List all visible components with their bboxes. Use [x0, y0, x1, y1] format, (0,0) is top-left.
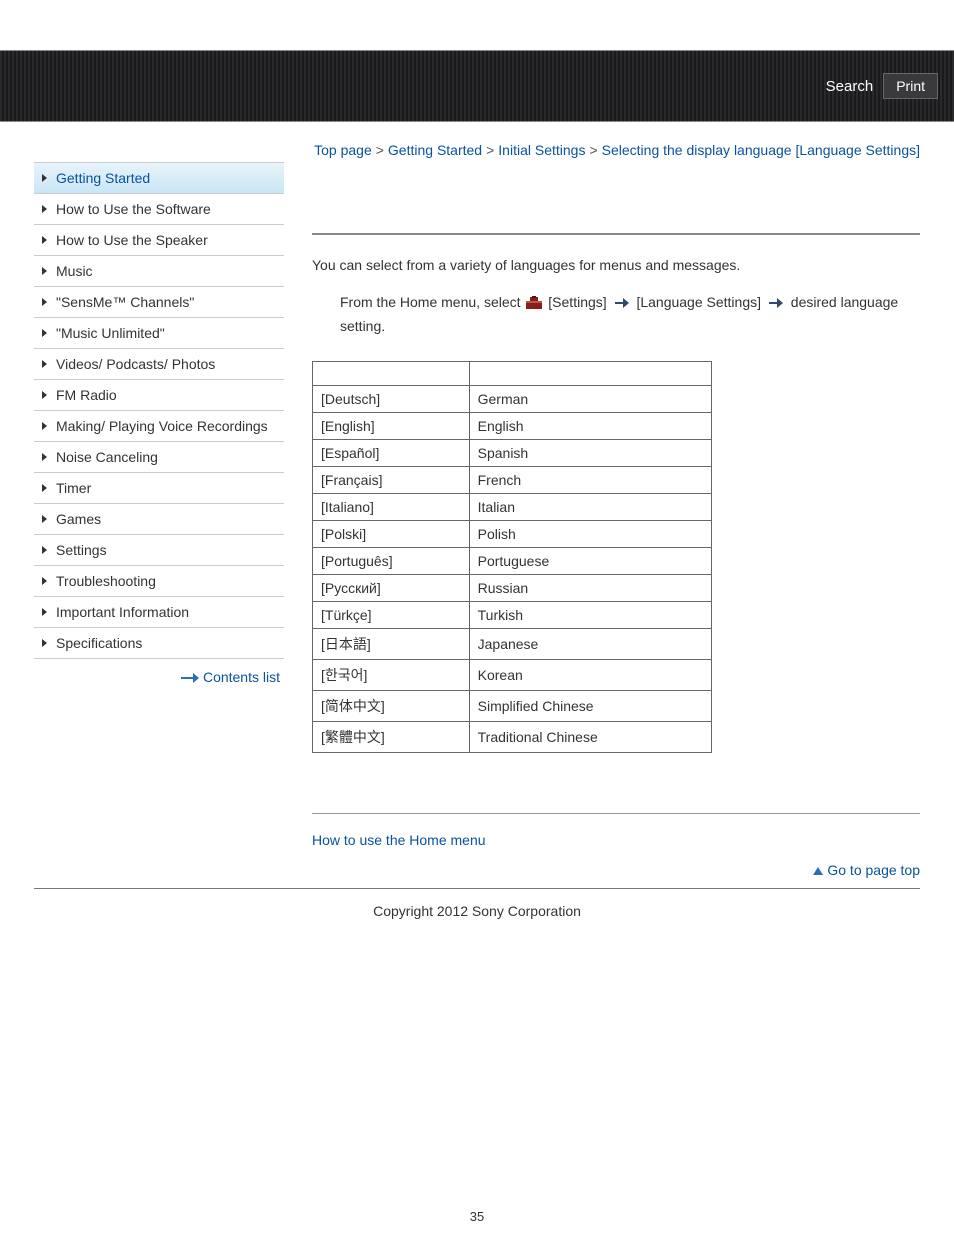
breadcrumb-sep: >	[372, 142, 388, 158]
lang-code-cell: [Polski]	[313, 520, 470, 547]
contents-list-wrap: Contents list	[34, 659, 284, 685]
lang-name-cell: Portuguese	[469, 547, 711, 574]
go-to-top-wrap: Go to page top	[312, 856, 920, 888]
sidebar-item[interactable]: How to Use the Software	[34, 194, 284, 225]
lang-name-cell: Polish	[469, 520, 711, 547]
sidebar-item[interactable]: Settings	[34, 535, 284, 566]
sidebar-item[interactable]: Specifications	[34, 628, 284, 659]
instr-settings: [Settings]	[548, 294, 606, 310]
page-number: 35	[0, 959, 954, 1244]
lang-name-cell: German	[469, 385, 711, 412]
breadcrumb: Top page>Getting Started>Initial Setting…	[312, 140, 920, 161]
lang-code-cell: [Italiano]	[313, 493, 470, 520]
lang-name-cell: Japanese	[469, 628, 711, 659]
table-row: [Русский]Russian	[313, 574, 712, 601]
header-actions: Search Print	[826, 73, 938, 99]
sidebar-item[interactable]: Games	[34, 504, 284, 535]
search-link[interactable]: Search	[826, 78, 874, 95]
lang-name-cell: Spanish	[469, 439, 711, 466]
table-header-row	[313, 361, 712, 385]
sidebar-item[interactable]: How to Use the Speaker	[34, 225, 284, 256]
table-row: [English]English	[313, 412, 712, 439]
contents-list-link[interactable]: Contents list	[203, 669, 280, 685]
lang-code-cell: [English]	[313, 412, 470, 439]
table-row: [日本語]Japanese	[313, 628, 712, 659]
breadcrumb-sep: >	[482, 142, 498, 158]
lang-code-cell: [日本語]	[313, 628, 470, 659]
table-row: [繁體中文]Traditional Chinese	[313, 721, 712, 752]
table-row: [Français]French	[313, 466, 712, 493]
sidebar-item[interactable]: FM Radio	[34, 380, 284, 411]
lang-code-cell: [Русский]	[313, 574, 470, 601]
lang-name-cell: Korean	[469, 659, 711, 690]
table-row: [Español]Spanish	[313, 439, 712, 466]
copyright-text: Copyright 2012 Sony Corporation	[0, 889, 954, 959]
lang-code-cell: [繁體中文]	[313, 721, 470, 752]
print-button[interactable]: Print	[883, 73, 938, 99]
settings-icon	[525, 296, 543, 310]
intro-text: You can select from a variety of languag…	[312, 257, 920, 273]
lang-code-cell: [简体中文]	[313, 690, 470, 721]
sidebar-item[interactable]: Making/ Playing Voice Recordings	[34, 411, 284, 442]
table-row: [Deutsch]German	[313, 385, 712, 412]
lang-name-cell: English	[469, 412, 711, 439]
sidebar: Getting StartedHow to Use the SoftwareHo…	[34, 140, 284, 888]
breadcrumb-l2[interactable]: Initial Settings	[498, 142, 585, 158]
divider	[312, 233, 920, 235]
instr-prefix: From the Home menu, select	[340, 294, 524, 310]
table-row: [Polski]Polish	[313, 520, 712, 547]
lang-code-cell: [Türkçe]	[313, 601, 470, 628]
lang-code-cell: [Français]	[313, 466, 470, 493]
lang-code-cell: [Português]	[313, 547, 470, 574]
lang-name-cell: Traditional Chinese	[469, 721, 711, 752]
instr-lang: [Language Settings]	[636, 294, 761, 310]
breadcrumb-l1[interactable]: Getting Started	[388, 142, 482, 158]
sidebar-item[interactable]: "SensMe™ Channels"	[34, 287, 284, 318]
instruction-text: From the Home menu, select [Settings] [L…	[312, 291, 920, 339]
lang-code-cell: [Español]	[313, 439, 470, 466]
triangle-up-icon	[813, 867, 823, 875]
sidebar-item[interactable]: Videos/ Podcasts/ Photos	[34, 349, 284, 380]
related-link[interactable]: How to use the Home menu	[312, 832, 486, 848]
lang-name-cell: French	[469, 466, 711, 493]
breadcrumb-sep: >	[585, 142, 601, 158]
table-row: [Türkçe]Turkish	[313, 601, 712, 628]
sidebar-item[interactable]: Troubleshooting	[34, 566, 284, 597]
sidebar-item[interactable]: Getting Started	[34, 163, 284, 194]
table-row: [简体中文]Simplified Chinese	[313, 690, 712, 721]
sidebar-list: Getting StartedHow to Use the SoftwareHo…	[34, 162, 284, 659]
main-content: Top page>Getting Started>Initial Setting…	[312, 140, 920, 888]
lang-name-cell: Italian	[469, 493, 711, 520]
breadcrumb-current: Selecting the display language [Language…	[602, 142, 920, 158]
header-band: Search Print	[0, 50, 954, 122]
table-header-name	[469, 361, 711, 385]
sidebar-item[interactable]: Music	[34, 256, 284, 287]
sidebar-item[interactable]: Timer	[34, 473, 284, 504]
lang-name-cell: Russian	[469, 574, 711, 601]
sidebar-item[interactable]: Important Information	[34, 597, 284, 628]
arrow-right-icon	[615, 298, 629, 308]
table-row: [Português]Portuguese	[313, 547, 712, 574]
table-row: [한국어]Korean	[313, 659, 712, 690]
table-row: [Italiano]Italian	[313, 493, 712, 520]
sidebar-item[interactable]: "Music Unlimited"	[34, 318, 284, 349]
lang-name-cell: Turkish	[469, 601, 711, 628]
lang-code-cell: [한국어]	[313, 659, 470, 690]
go-to-top-link[interactable]: Go to page top	[827, 862, 920, 878]
lang-code-cell: [Deutsch]	[313, 385, 470, 412]
breadcrumb-top[interactable]: Top page	[314, 142, 372, 158]
arrow-right-icon	[181, 674, 199, 682]
divider	[312, 813, 920, 814]
sidebar-item[interactable]: Noise Canceling	[34, 442, 284, 473]
arrow-right-icon	[769, 298, 783, 308]
table-header-code	[313, 361, 470, 385]
language-table: [Deutsch]German[English]English[Español]…	[312, 361, 712, 753]
lang-name-cell: Simplified Chinese	[469, 690, 711, 721]
